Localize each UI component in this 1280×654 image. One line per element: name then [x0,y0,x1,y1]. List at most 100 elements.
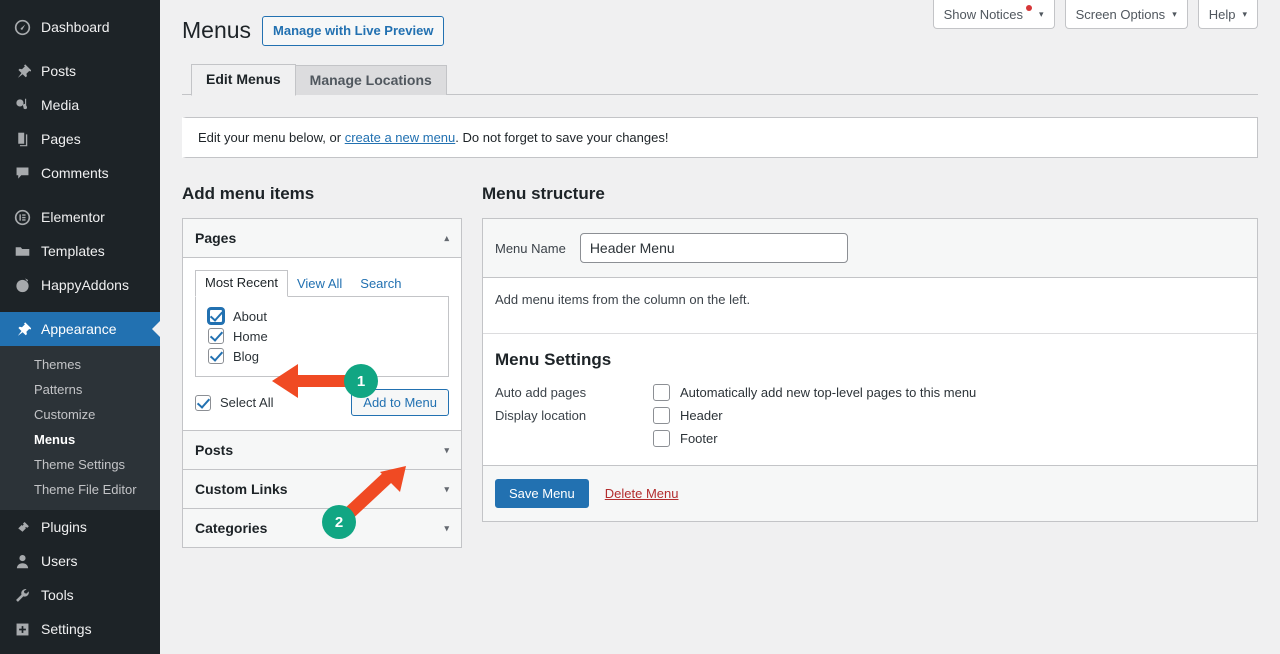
elementor-icon [12,207,32,227]
chevron-down-icon[interactable]: ▾ [444,484,449,494]
accordion-title: Custom Links [195,481,288,498]
display-location-header[interactable]: Header [653,407,723,425]
chevron-down-icon[interactable]: ▾ [444,523,449,533]
sidebar-item-users[interactable]: Users [0,544,160,578]
display-location-options: Header Footer [653,407,723,448]
subtab-most-recent[interactable]: Most Recent [195,270,288,298]
accordion-section-pages: Pages ▴ Most Recent View All Search Abou… [183,219,461,431]
comments-icon [12,163,32,183]
create-a-new-menu-link[interactable]: create a new menu [345,130,456,145]
sidebar-item-appearance[interactable]: Appearance [0,312,160,346]
screen-options-button[interactable]: Screen Options ▾ [1064,0,1188,29]
delete-menu-link[interactable]: Delete Menu [605,486,679,501]
auto-add-pages-option-label: Automatically add new top-level pages to… [680,385,977,401]
settings-icon [12,619,32,639]
screen-options-label: Screen Options [1075,6,1166,22]
sidebar-top-spacer [0,0,160,10]
page-item-about[interactable]: About [208,306,436,326]
checkbox-auto-add-pages[interactable] [653,384,670,402]
annotation-badge-2: 2 [322,505,356,539]
add-menu-items-column: Add menu items Pages ▴ Most Recent View … [182,184,462,549]
auto-add-pages-option[interactable]: Automatically add new top-level pages to… [653,384,977,402]
menu-structure-panel: Menu Name Add menu items from the column… [482,218,1258,523]
page-item-label: Blog [233,348,260,364]
sidebar-item-label: Posts [41,63,77,79]
sidebar-item-settings[interactable]: Settings [0,612,160,646]
annotation-badge-number: 2 [334,513,344,531]
submenu-item-themes[interactable]: Themes [0,352,160,377]
sidebar-item-templates[interactable]: Templates [0,234,160,268]
sidebar-item-comments[interactable]: Comments [0,156,160,190]
menu-settings-section: Menu Settings Auto add pages Automatical… [483,333,1257,465]
select-all-control[interactable]: Select All [195,393,273,413]
submenu-item-theme-settings[interactable]: Theme Settings [0,452,160,477]
sidebar-item-dashboard[interactable]: Dashboard [0,10,160,44]
notice-text-after: . Do not forget to save your changes! [455,130,669,146]
accordion-header-posts[interactable]: Posts ▾ [183,431,461,470]
notice-text-before: Edit your menu below, or [198,130,345,146]
submenu-item-menus[interactable]: Menus [0,427,160,452]
sidebar-item-label: Comments [41,165,109,181]
manage-with-live-preview-button[interactable]: Manage with Live Preview [262,16,445,47]
checkbox-about[interactable] [208,308,224,325]
accordion-header-custom-links[interactable]: Custom Links ▾ [183,470,461,509]
select-all-row: Select All Add to Menu [195,377,449,418]
add-menu-items-accordion: Pages ▴ Most Recent View All Search Abou… [182,218,462,549]
accordion-title: Categories [195,520,268,537]
display-location-footer[interactable]: Footer [653,430,723,448]
sidebar-item-happyaddons[interactable]: HappyAddons [0,268,160,302]
checkbox-blog[interactable] [208,348,224,365]
media-icon [12,95,32,115]
tools-icon [12,585,32,605]
sidebar-item-elementor[interactable]: Elementor [0,200,160,234]
menu-structure-column: Menu structure Menu Name Add menu items … [482,184,1258,548]
menu-notice: Edit your menu below, or create a new me… [182,117,1258,159]
chevron-down-icon: ▾ [1039,8,1044,19]
accordion-header-categories[interactable]: Categories ▾ [183,509,461,548]
page-item-label: Home [233,328,268,344]
accordion-section-custom-links: Custom Links ▾ [183,469,461,509]
submenu-item-theme-file-editor[interactable]: Theme File Editor [0,477,160,502]
subtab-search[interactable]: Search [351,272,410,296]
auto-add-pages-row: Auto add pages Automatically add new top… [495,384,1245,402]
display-location-label: Display location [495,408,587,424]
checkbox-select-all[interactable] [195,394,211,411]
dashboard-icon [12,17,32,37]
save-menu-button[interactable]: Save Menu [495,479,589,509]
chevron-down-icon: ▾ [1172,8,1177,19]
sidebar-item-label: Media [41,97,80,113]
empty-menu-message: Add menu items from the column on the le… [495,292,751,308]
submenu-item-patterns[interactable]: Patterns [0,377,160,402]
checkbox-home[interactable] [208,328,224,345]
tab-manage-locations[interactable]: Manage Locations [294,65,447,96]
nav-tabs: Edit Menus Manage Locations [182,64,1280,97]
show-notices-label: Show Notices [943,6,1024,22]
chevron-up-icon[interactable]: ▴ [444,233,449,243]
sidebar-item-media[interactable]: Media [0,88,160,122]
auto-add-pages-label: Auto add pages [495,385,587,401]
sidebar-item-plugins[interactable]: Plugins [0,510,160,544]
sidebar-item-posts[interactable]: Posts [0,54,160,88]
page-item-blog[interactable]: Blog [208,346,436,366]
annotation-badge-number: 1 [356,372,366,390]
sidebar-item-tools[interactable]: Tools [0,578,160,612]
page-item-label: About [233,308,267,324]
submenu-item-customize[interactable]: Customize [0,402,160,427]
tab-edit-menus[interactable]: Edit Menus [191,64,296,97]
show-notices-button[interactable]: Show Notices ▾ [932,0,1055,29]
menu-structure-heading: Menu structure [482,184,605,204]
menu-name-label: Menu Name [495,240,566,256]
accordion-title: Posts [195,442,234,459]
chevron-down-icon[interactable]: ▾ [444,445,449,455]
sidebar-item-label: Pages [41,131,81,147]
checkbox-location-header[interactable] [653,407,670,425]
menu-name-input[interactable] [579,233,848,264]
subtab-view-all[interactable]: View All [288,272,351,296]
sidebar-item-pages[interactable]: Pages [0,122,160,156]
page-item-home[interactable]: Home [208,326,436,346]
checkbox-location-footer[interactable] [653,430,670,448]
appearance-icon [12,319,32,339]
accordion-header-pages[interactable]: Pages ▴ [183,219,461,259]
help-button[interactable]: Help ▾ [1197,0,1258,29]
accordion-title: Pages [195,230,237,247]
